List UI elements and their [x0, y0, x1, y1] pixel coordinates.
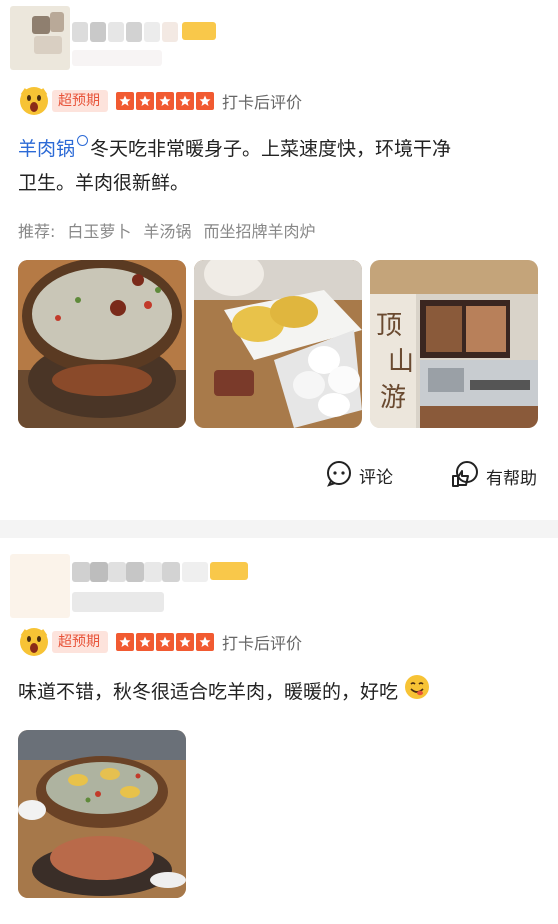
- recommend-item[interactable]: 白玉萝卜: [67, 218, 131, 242]
- star-icon: [116, 92, 134, 110]
- star-icon: [196, 92, 214, 110]
- star-icon: [196, 633, 214, 651]
- restaurant-kitchen-photo[interactable]: 顶 山 游: [370, 260, 538, 428]
- star-icon: [176, 92, 194, 110]
- blurred-user-info: [10, 6, 250, 76]
- recommend-item[interactable]: 羊汤锅: [143, 218, 191, 242]
- comment-label: 评论: [359, 468, 393, 488]
- thumbs-up-icon: [450, 459, 480, 494]
- hotpot-on-stove-photo[interactable]: [18, 730, 186, 898]
- helpful-button[interactable]: 有帮助: [450, 459, 537, 494]
- comment-button[interactable]: 评论: [325, 459, 393, 492]
- review-text: 味道不错，秋冬很适合吃羊肉，暖暖的，好吃: [18, 674, 548, 711]
- checkin-label: 打卡后评价: [222, 634, 303, 653]
- review-text-line: 卫生。羊肉很新鲜。: [18, 172, 190, 194]
- svg-text:山: 山: [388, 347, 414, 377]
- dish-tag-link[interactable]: 羊肉锅: [18, 138, 75, 160]
- star-icon: [156, 633, 174, 651]
- star-rating: [116, 633, 214, 651]
- review-card: 超预期 打卡后评价 羊肉锅 冬天吃非常暖身子。上菜速度快，环境干净 卫生。羊肉很新…: [0, 0, 558, 520]
- star-icon: [136, 92, 154, 110]
- surprised-face-icon: [18, 85, 50, 117]
- noodles-and-radish-photo[interactable]: [194, 260, 362, 428]
- recommended-dishes: 推荐: 白玉萝卜 羊汤锅 而坐招牌羊肉炉: [18, 218, 315, 242]
- surprised-face-icon: [18, 626, 50, 658]
- helpful-label: 有帮助: [486, 469, 537, 489]
- mutton-soup-pot-photo[interactable]: [18, 260, 186, 428]
- mood-label: 超预期: [52, 631, 108, 653]
- rating-row: 超预期 打卡后评价: [18, 86, 302, 116]
- review-text-line: 味道不错，秋冬很适合吃羊肉，暖暖的，好吃: [18, 681, 399, 703]
- yum-face-emoji-icon: [404, 674, 430, 711]
- mood-label: 超预期: [52, 90, 108, 112]
- review-card: 超预期 打卡后评价 味道不错，秋冬很适合吃羊肉，暖暖的，好吃: [0, 538, 558, 924]
- checkin-label: 打卡后评价: [222, 93, 303, 112]
- blurred-user-info: [10, 554, 250, 624]
- star-icon: [156, 92, 174, 110]
- comment-icon: [325, 459, 353, 492]
- review-divider: [0, 520, 558, 538]
- svg-text:顶: 顶: [376, 311, 402, 341]
- svg-text:游: 游: [380, 383, 406, 413]
- search-icon: [77, 135, 89, 146]
- star-icon: [116, 633, 134, 651]
- star-icon: [136, 633, 154, 651]
- star-icon: [176, 633, 194, 651]
- star-rating: [116, 92, 214, 110]
- review-text: 羊肉锅 冬天吃非常暖身子。上菜速度快，环境干净 卫生。羊肉很新鲜。: [18, 132, 548, 200]
- review-text-line: 冬天吃非常暖身子。上菜速度快，环境干净: [90, 138, 452, 160]
- recommend-item[interactable]: 而坐招牌羊肉炉: [203, 218, 315, 242]
- recommend-label: 推荐:: [18, 222, 56, 241]
- rating-row: 超预期 打卡后评价: [18, 627, 302, 657]
